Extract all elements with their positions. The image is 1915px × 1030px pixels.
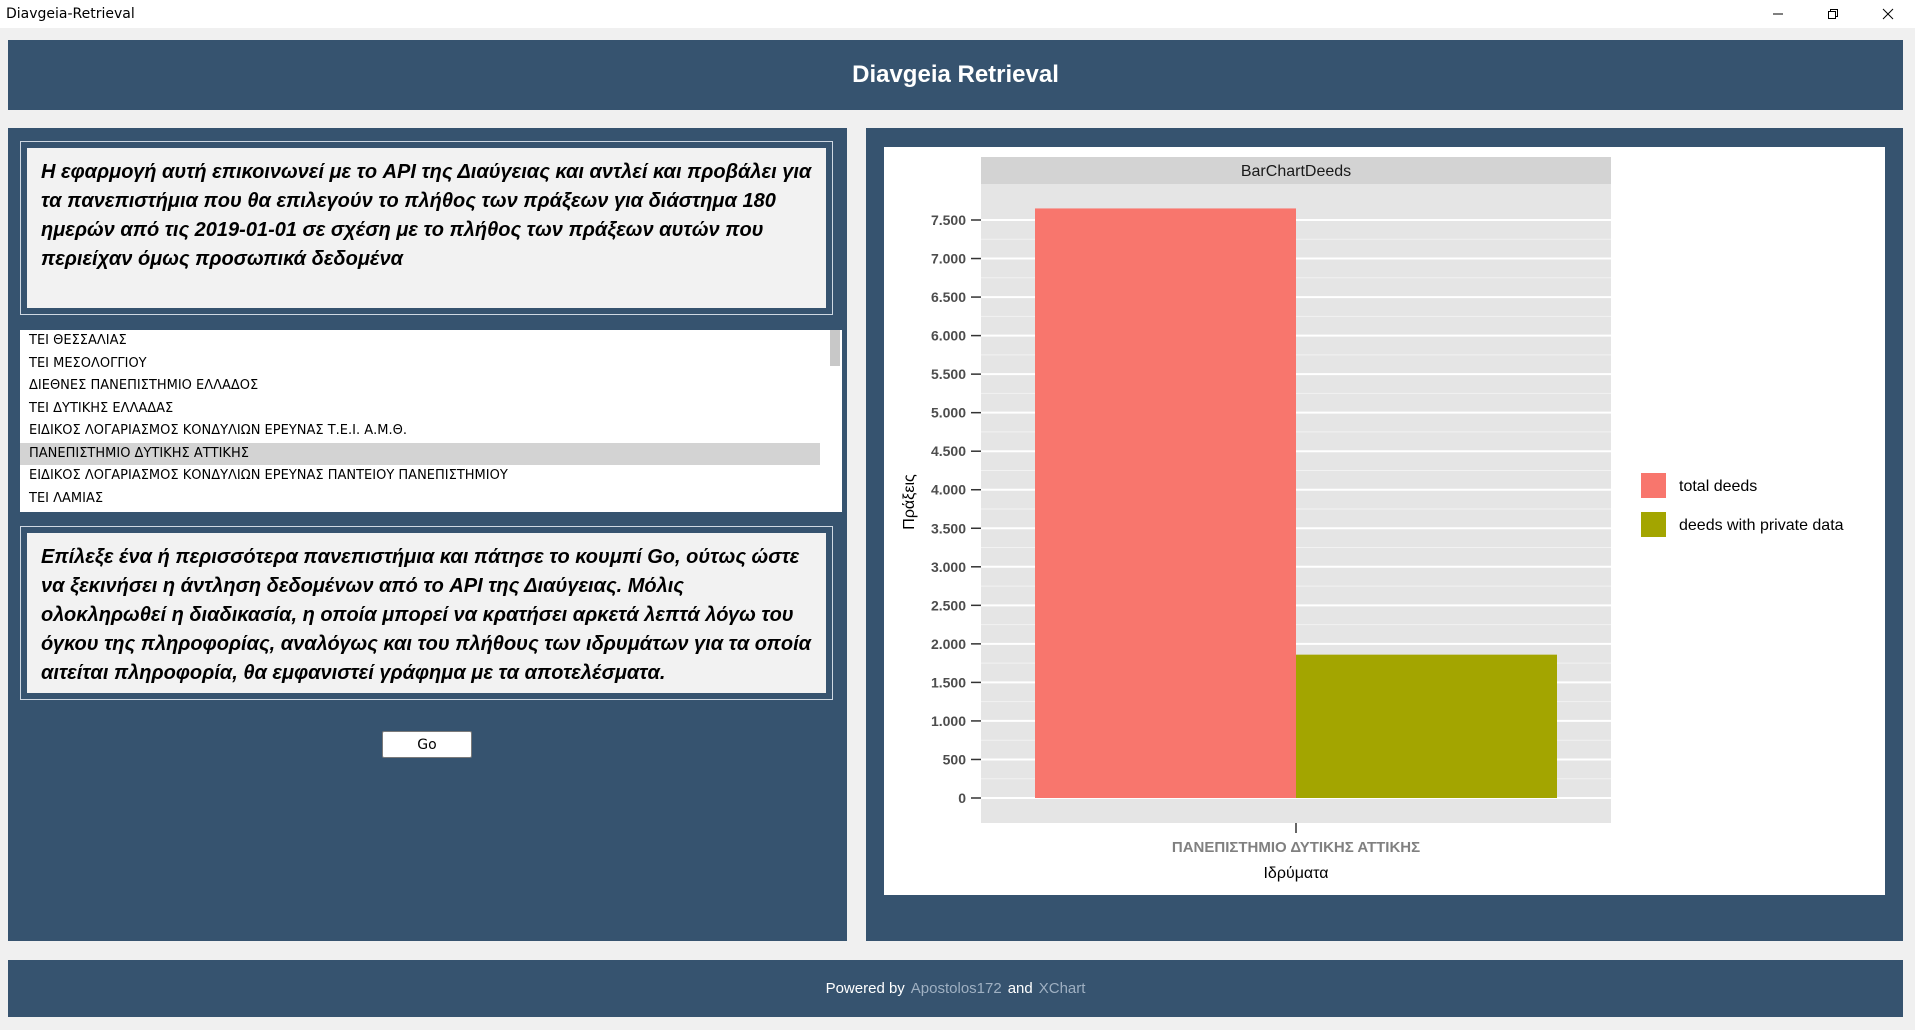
- go-button[interactable]: Go: [382, 731, 472, 758]
- footer-and-text: and: [1007, 980, 1033, 997]
- chart-legend-key: [1641, 512, 1666, 537]
- chart-bar: [1035, 208, 1296, 798]
- chart-y-tick-label: 5.500: [931, 366, 966, 382]
- chart-y-tick-label: 1.500: [931, 674, 966, 690]
- footer-author-link[interactable]: Apostolos172: [911, 980, 1002, 997]
- chart-y-tick-label: 2.000: [931, 636, 966, 652]
- chart-y-tick-label: 3.000: [931, 559, 966, 575]
- left-panel: Η εφαρμογή αυτή επικοινωνεί με το API τη…: [8, 128, 847, 941]
- institution-list-item[interactable]: ΕΙΔΙΚΟΣ ΛΟΓΑΡΙΑΣΜΟΣ ΚΟΝΔΥΛΙΩΝ ΕΡΕΥΝΑΣ ΠΑ…: [20, 465, 820, 488]
- chart-y-tick-label: 3.500: [931, 520, 966, 536]
- restore-button[interactable]: [1805, 0, 1860, 28]
- instructions-box: Επίλεξε ένα ή περισσότερα πανεπιστήμια κ…: [20, 526, 833, 700]
- chart-title: BarChartDeeds: [1241, 163, 1351, 180]
- list-scrollbar-thumb[interactable]: [830, 330, 840, 366]
- chart-legend-label: deeds with private data: [1679, 517, 1844, 534]
- minimize-button[interactable]: [1750, 0, 1805, 28]
- chart-y-tick-label: 500: [943, 751, 967, 767]
- bar-chart: BarChartDeeds 0 500 1.000 1.500 2.000 2.500 3.0…: [901, 157, 1844, 882]
- chart-y-tick-label: 6.000: [931, 328, 966, 344]
- chart-area: BarChartDeeds 0 500 1.000 1.500 2.000 2.500 3.0…: [884, 147, 1885, 895]
- institution-list-item[interactable]: ΤΕΙ ΛΑΜΙΑΣ: [20, 488, 820, 511]
- chart-y-tick-label: 6.500: [931, 289, 966, 305]
- chart-legend-label: total deeds: [1679, 478, 1757, 495]
- chart-y-tick-label: 7.000: [931, 251, 966, 267]
- chart-x-axis-label: Ιδρύματα: [1263, 865, 1328, 882]
- footer-powered-text: Powered by: [825, 980, 905, 997]
- institution-list[interactable]: ΤΕΙ ΘΕΣΣΑΛΙΑΣ ΤΕΙ ΜΕΣΟΛΟΓΓΙΟΥ ΔΙΕΘΝΕΣ ΠΑΝΕ…: [20, 330, 842, 512]
- chart-legend-key: [1641, 473, 1666, 498]
- institution-list-item[interactable]: ΔΙΕΘΝΕΣ ΠΑΝΕΠΙΣΤΗΜΙΟ ΕΛΛΑΔΟΣ: [20, 375, 820, 398]
- app-header-title: Diavgeia Retrieval: [852, 61, 1059, 88]
- info-text: Η εφαρμογή αυτή επικοινωνεί με το API τη…: [41, 161, 812, 270]
- info-box-inner: Η εφαρμογή αυτή επικοινωνεί με το API τη…: [27, 148, 826, 308]
- institution-list-items: ΤΕΙ ΘΕΣΣΑΛΙΑΣ ΤΕΙ ΜΕΣΟΛΟΓΓΙΟΥ ΔΙΕΘΝΕΣ ΠΑΝΕ…: [20, 330, 842, 510]
- footer-library-link[interactable]: XChart: [1039, 980, 1086, 997]
- info-box: Η εφαρμογή αυτή επικοινωνεί με το API τη…: [20, 141, 833, 315]
- chart-y-tick-label: 7.500: [931, 212, 966, 228]
- chart-bar: [1296, 654, 1557, 798]
- chart-y-tick-label: 4.000: [931, 482, 966, 498]
- list-scrollbar[interactable]: [828, 330, 842, 512]
- chart-y-tick-label: 5.000: [931, 405, 966, 421]
- right-panel: BarChartDeeds 0 500 1.000 1.500 2.000 2.500 3.0…: [866, 128, 1903, 941]
- close-button[interactable]: [1860, 0, 1915, 28]
- footer: Powered by Apostolos172 and XChart: [8, 960, 1903, 1017]
- chart-y-tick-label: 1.000: [931, 713, 966, 729]
- instructions-text: Επίλεξε ένα ή περισσότερα πανεπιστήμια κ…: [41, 546, 812, 684]
- institution-list-item[interactable]: ΤΕΙ ΔΥΤΙΚΗΣ ΕΛΛΑΔΑΣ: [20, 398, 820, 421]
- window-title: Diavgeia-Retrieval: [6, 6, 135, 22]
- chart-y-axis-label: Πράξεις: [901, 474, 918, 530]
- app-header: Diavgeia Retrieval: [8, 40, 1903, 110]
- instructions-box-inner: Επίλεξε ένα ή περισσότερα πανεπιστήμια κ…: [27, 533, 826, 693]
- institution-list-item[interactable]: ΤΕΙ ΘΕΣΣΑΛΙΑΣ: [20, 330, 820, 353]
- window-controls: [1750, 0, 1915, 28]
- chart-y-tick-label: 2.500: [931, 597, 966, 613]
- minimize-icon: [1772, 13, 1783, 15]
- institution-list-item[interactable]: ΠΑΝΕΠΙΣΤΗΜΙΟ ΔΥΤΙΚΗΣ ΑΤΤΙΚΗΣ: [20, 442, 820, 465]
- restore-icon: [1827, 9, 1838, 19]
- chart-y-tick-label: 0: [958, 790, 966, 806]
- close-icon: [1882, 8, 1893, 20]
- chart-y-tick-label: 4.500: [931, 443, 966, 459]
- institution-list-item[interactable]: ΕΙΔΙΚΟΣ ΛΟΓΑΡΙΑΣΜΟΣ ΚΟΝΔΥΛΙΩΝ ΕΡΕΥΝΑΣ Τ.…: [20, 420, 820, 443]
- chart-x-tick-label: ΠΑΝΕΠΙΣΤΗΜΙΟ ΔΥΤΙΚΗΣ ΑΤΤΙΚΗΣ: [1172, 839, 1420, 856]
- window-titlebar: Diavgeia-Retrieval: [0, 0, 1915, 28]
- institution-list-item[interactable]: ΤΕΙ ΜΕΣΟΛΟΓΓΙΟΥ: [20, 353, 820, 376]
